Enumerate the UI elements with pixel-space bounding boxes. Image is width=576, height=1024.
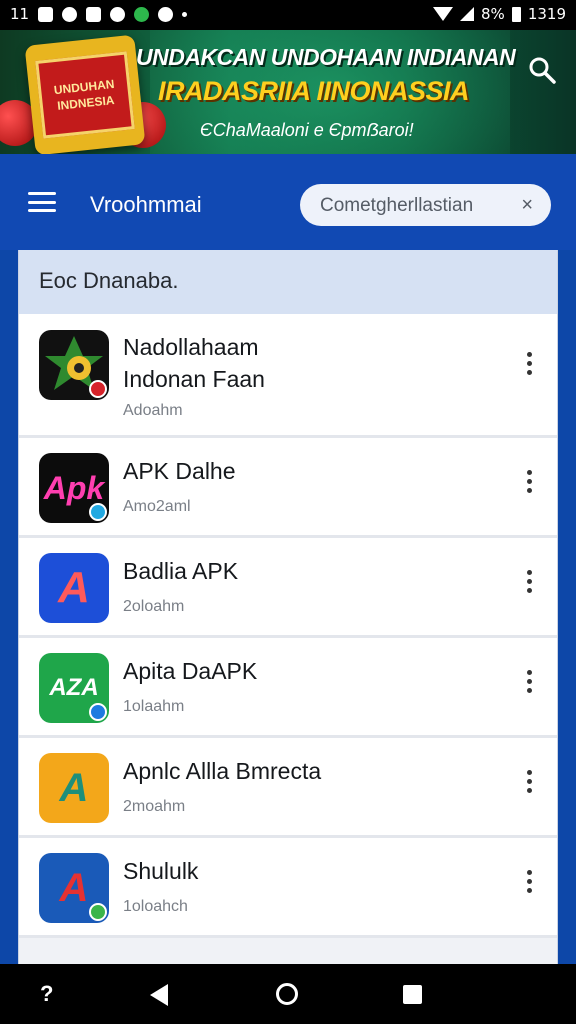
more-options-icon[interactable]: [525, 670, 533, 693]
xbox-icon: [158, 6, 174, 22]
clear-icon[interactable]: ×: [521, 194, 533, 217]
list-item[interactable]: Apk APK Dalhe Amo2aml: [19, 438, 557, 538]
app-icon[interactable]: [39, 330, 109, 400]
record-icon: [62, 6, 78, 22]
app-icon[interactable]: AZA: [39, 653, 109, 723]
search-icon[interactable]: [528, 56, 556, 84]
banner-emblem: UNDUHAN INDNESIA: [24, 34, 146, 154]
more-options-icon[interactable]: [525, 870, 533, 893]
app-badge-icon: [89, 703, 107, 721]
list-item[interactable]: Nadollahaam Indonan Faan Adoahm: [19, 314, 557, 438]
list-item[interactable]: A Badlia APK 2oloahm: [19, 538, 557, 638]
app-meta: 1olaahm: [123, 698, 185, 715]
app-icon[interactable]: A: [39, 753, 109, 823]
more-options-icon[interactable]: [525, 570, 533, 593]
app-meta: 1oloahch: [123, 898, 188, 915]
app-meta: Adoahm: [123, 402, 183, 419]
battery-icon: [511, 6, 521, 22]
banner-title: UNDAKCAN UNDOHAAN INDIANAN: [136, 44, 516, 70]
app-icon[interactable]: A: [39, 853, 109, 923]
banner-tagline: ЄChaMaaloni e Єpmẞaroi!: [200, 120, 414, 140]
list-header: Eoc Dnanaba.: [19, 250, 557, 314]
app-name: APK Dalhe: [123, 458, 236, 484]
back-icon[interactable]: [150, 984, 168, 1006]
nav-bar: ?: [0, 964, 576, 1024]
list-item[interactable]: AZA Apita DaAPK 1olaahm: [19, 638, 557, 738]
emblem-plate: UNDUHAN INDNESIA: [35, 51, 135, 139]
banner-subtitle: IRADASRIIA IINONASSIA: [158, 76, 470, 106]
toolbar-title: Vroohmmai: [90, 192, 202, 217]
app-icon[interactable]: Apk: [39, 453, 109, 523]
app-badge-icon: [89, 380, 107, 398]
more-options-icon[interactable]: [525, 470, 533, 493]
app-name: Shululk: [123, 858, 199, 884]
app-badge-icon: [89, 903, 107, 921]
copyright-icon: [110, 6, 126, 22]
app-name-line2: Indonan Faan: [123, 366, 265, 392]
app-list: Nadollahaam Indonan Faan Adoahm Apk APK Dalh…: [19, 314, 557, 938]
status-bar: 11 8% 1319: [0, 0, 576, 30]
promo-banner[interactable]: UNDUHAN INDNESIA UNDAKCAN UNDOHAAN INDIA…: [0, 30, 576, 154]
more-options-icon[interactable]: [525, 770, 533, 793]
search-input[interactable]: Cometgherllastian ×: [300, 184, 551, 226]
search-input-value: Cometgherllastian: [320, 195, 474, 216]
app-badge-icon: [89, 503, 107, 521]
gallery-icon: [38, 6, 54, 22]
more-options-icon[interactable]: [525, 352, 533, 375]
app-meta: Amo2aml: [123, 498, 191, 515]
battery-percent: 8%: [481, 5, 505, 23]
recents-icon[interactable]: [403, 985, 422, 1004]
app-toolbar: Vroohmmai Cometgherllastian ×: [0, 154, 576, 250]
more-notifications-icon: [182, 11, 188, 17]
list-item[interactable]: A Apnlc Allla Bmrecta 2moahm: [19, 738, 557, 838]
mail-icon: [86, 6, 102, 22]
wifi-icon: [433, 7, 454, 21]
list-item[interactable]: A Shululk 1oloahch: [19, 838, 557, 938]
app-name: Apita DaAPK: [123, 658, 258, 684]
app-icon[interactable]: A: [39, 553, 109, 623]
app-list-panel: Eoc Dnanaba. Nadollahaam Indonan Faan Adoa…: [18, 250, 558, 965]
status-left: 11: [10, 5, 188, 23]
app-name: Nadollahaam: [123, 334, 259, 360]
app-name: Badlia APK: [123, 558, 239, 584]
app-meta: 2oloahm: [123, 598, 185, 615]
app-meta: 2moahm: [123, 798, 186, 815]
hamburger-menu-icon[interactable]: [24, 190, 60, 214]
app-name: Apnlc Allla Bmrecta: [123, 758, 322, 784]
help-button[interactable]: ?: [40, 981, 53, 1007]
app-icon-glyph: A: [58, 563, 90, 612]
home-icon[interactable]: [276, 983, 298, 1005]
app-icon-glyph: A: [59, 765, 89, 810]
clock: 1319: [527, 5, 566, 23]
whatsapp-icon: [134, 6, 150, 22]
signal-icon: [460, 7, 475, 21]
status-right: 8% 1319: [433, 5, 566, 23]
status-text: 11: [10, 5, 30, 23]
